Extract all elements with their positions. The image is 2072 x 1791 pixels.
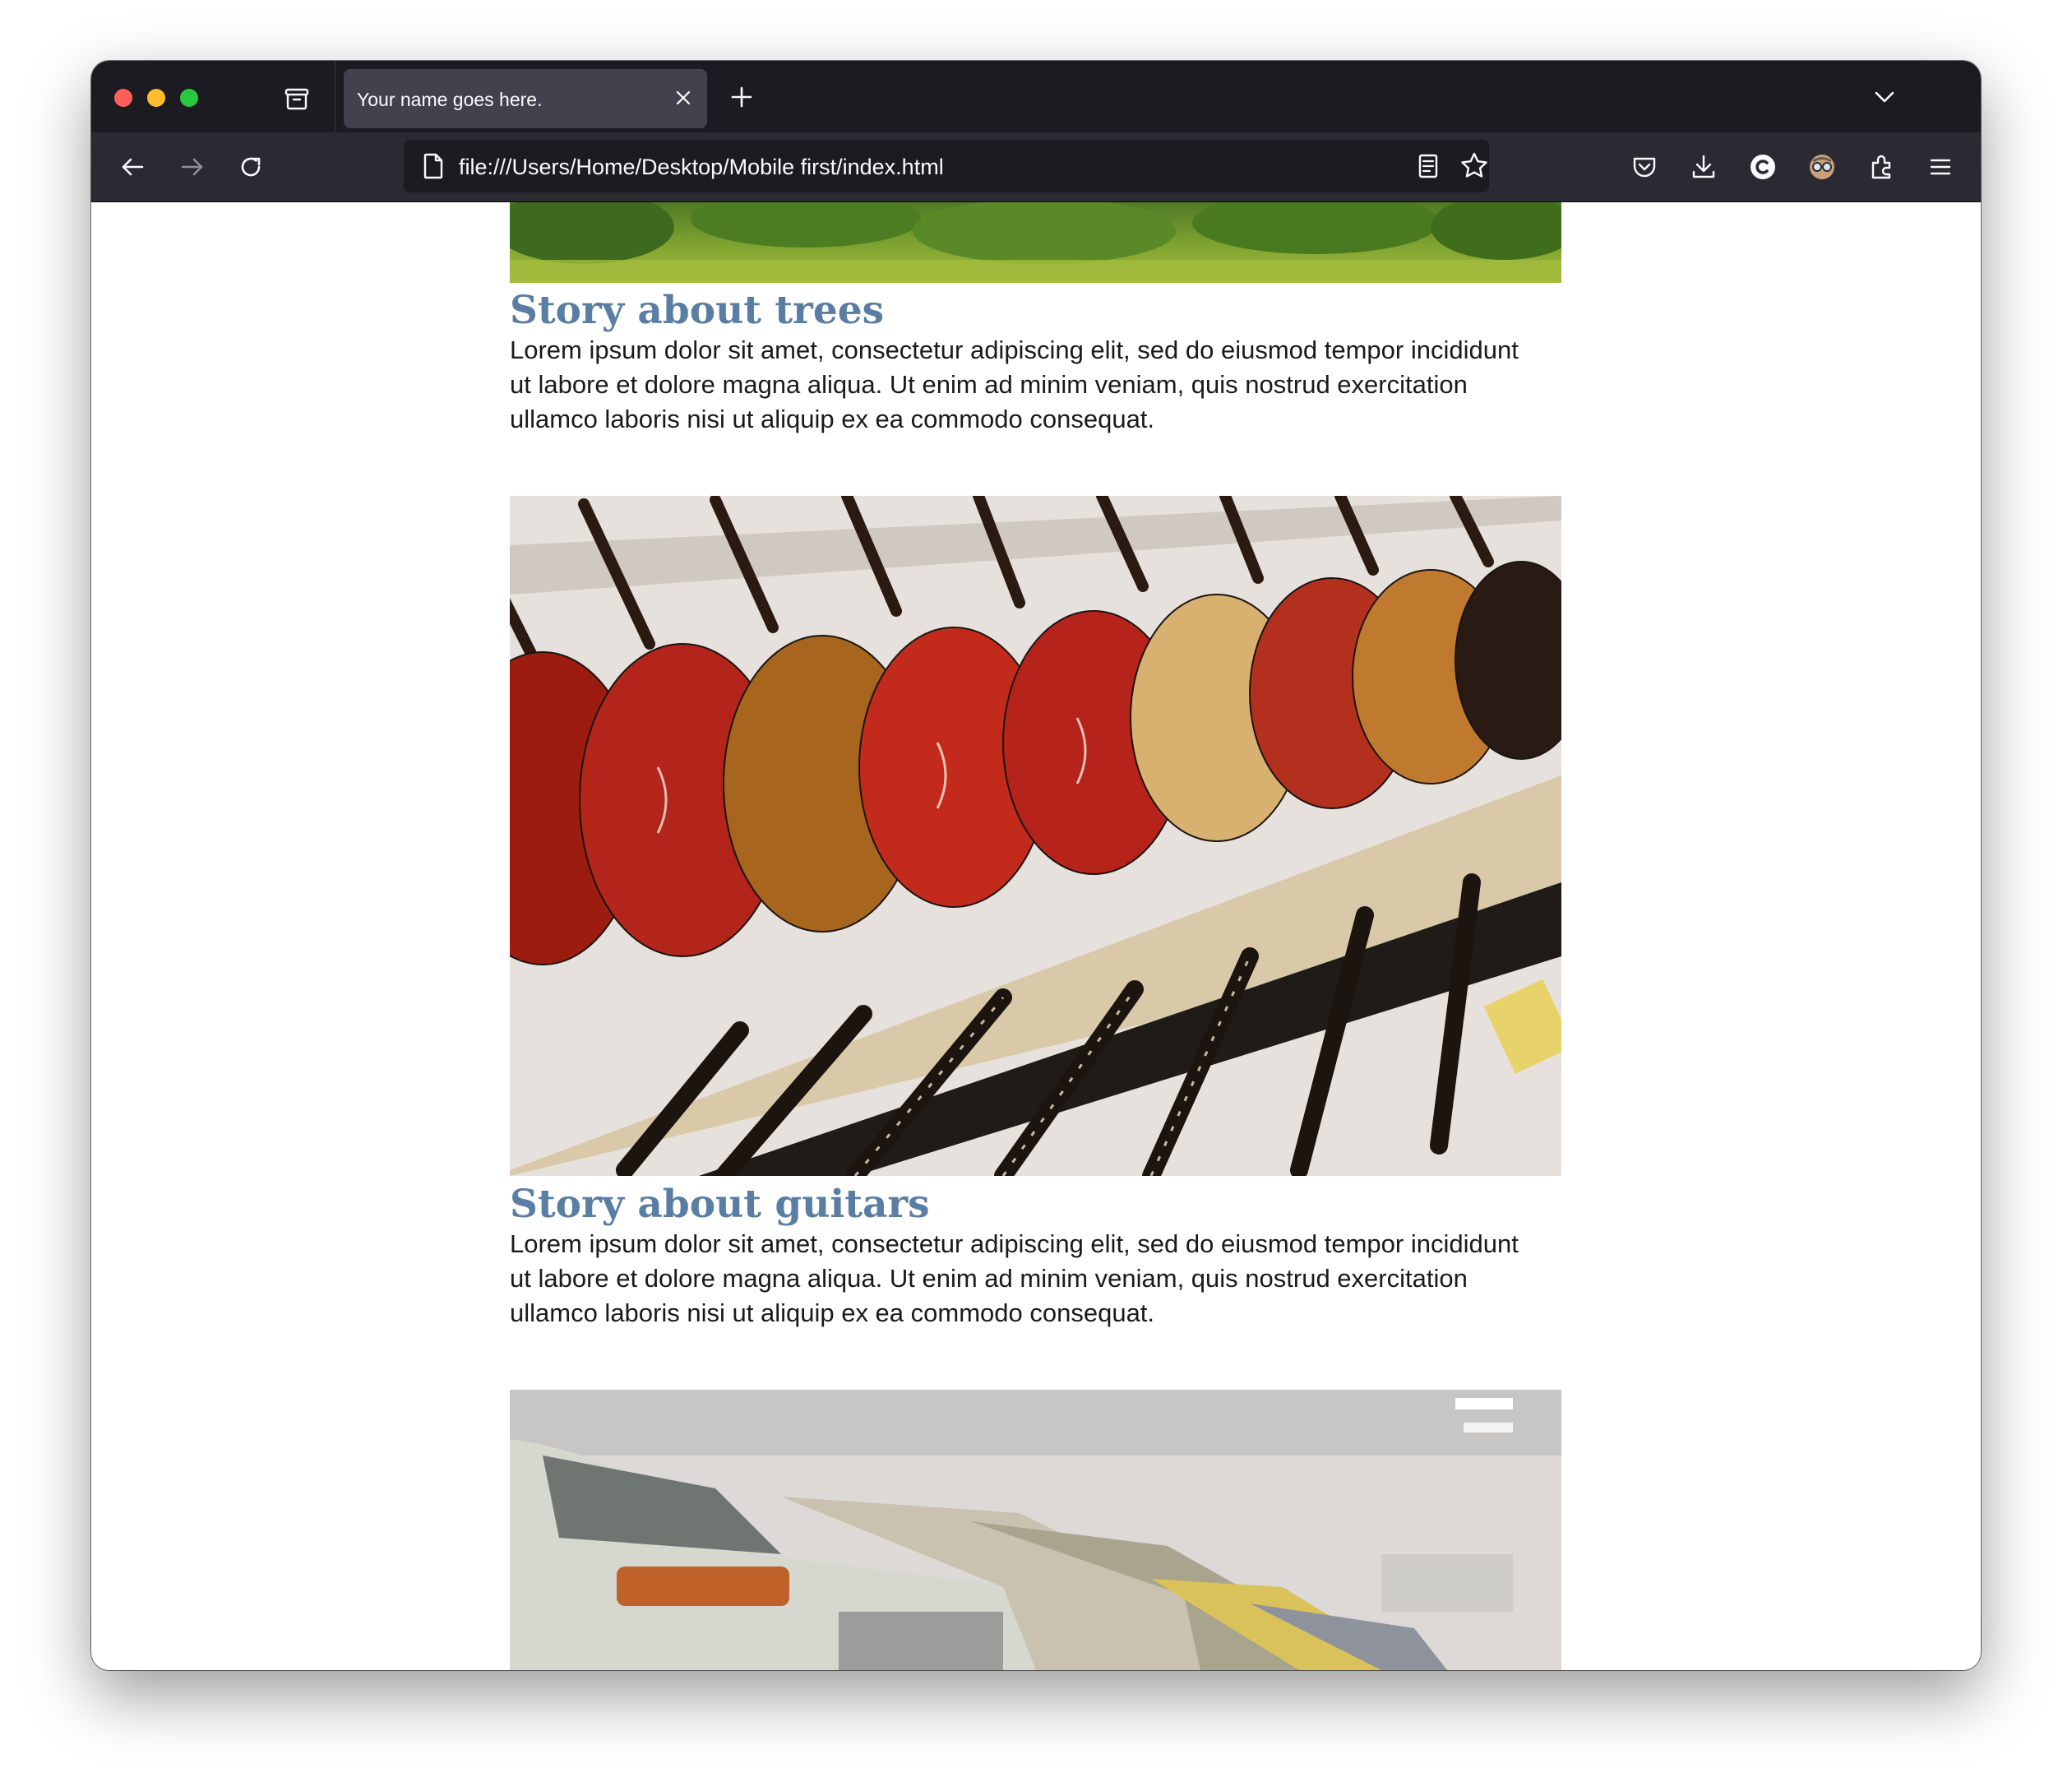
story-text-guitars: Lorem ipsum dolor sit amet, consectetur …	[510, 1229, 1519, 1327]
cars-image	[510, 1390, 1561, 1670]
guitars-image	[510, 496, 1561, 1176]
page-content: Story about trees Lorem ipsum dolor sit …	[91, 202, 1981, 1670]
new-tab-icon[interactable]	[728, 84, 755, 110]
bookmark-star-icon[interactable]	[1458, 150, 1491, 183]
window-close-button[interactable]	[114, 89, 132, 107]
browser-window: Your name goes here. file:///Users/Home/…	[91, 61, 1981, 1670]
page-icon	[423, 153, 443, 179]
story-title-trees: Story about trees	[510, 288, 885, 333]
story-text-trees: Lorem ipsum dolor sit amet, consectetur …	[510, 336, 1519, 433]
forward-arrow-icon[interactable]	[178, 152, 207, 182]
close-tab-icon[interactable]	[673, 87, 694, 109]
reload-icon[interactable]	[236, 152, 266, 182]
firefox-view-icon[interactable]	[280, 82, 313, 115]
extension-c-icon[interactable]	[1748, 152, 1778, 182]
download-icon[interactable]	[1689, 152, 1718, 182]
navigation-toolbar: file:///Users/Home/Desktop/Mobile first/…	[91, 132, 1981, 202]
hamburger-menu-icon[interactable]	[1926, 152, 1955, 182]
tab-strip: Your name goes here.	[91, 61, 1981, 132]
account-avatar-icon[interactable]	[1807, 152, 1837, 182]
story-title-guitars: Story about guitars	[510, 1182, 930, 1227]
window-maximize-button[interactable]	[180, 89, 198, 107]
back-arrow-icon[interactable]	[118, 152, 147, 182]
chevron-down-icon[interactable]	[1871, 84, 1898, 110]
address-bar[interactable]: file:///Users/Home/Desktop/Mobile first/…	[404, 140, 1489, 192]
reader-view-icon[interactable]	[1413, 151, 1443, 181]
window-minimize-button[interactable]	[147, 89, 165, 107]
tab-active[interactable]: Your name goes here.	[344, 69, 707, 128]
trees-image	[510, 202, 1561, 283]
extensions-puzzle-icon[interactable]	[1866, 152, 1896, 182]
url-text: file:///Users/Home/Desktop/Mobile first/…	[459, 155, 944, 179]
pocket-icon[interactable]	[1630, 152, 1659, 182]
tab-title: Your name goes here.	[357, 89, 543, 110]
